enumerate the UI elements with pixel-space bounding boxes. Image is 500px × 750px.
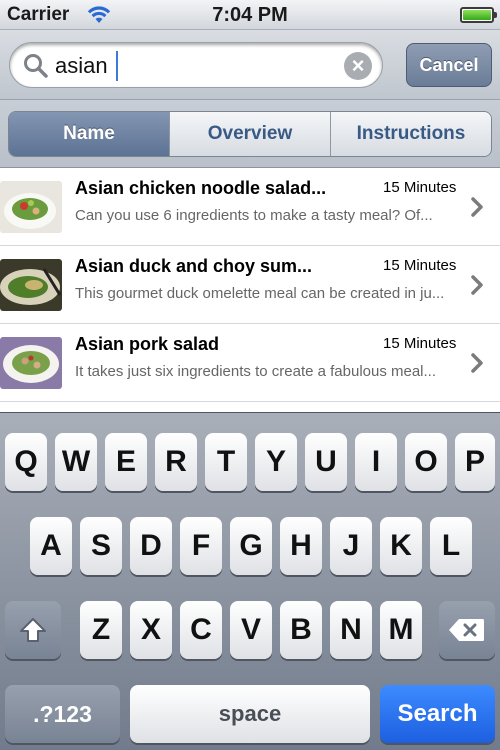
- recipe-thumbnail: [0, 181, 62, 233]
- text-cursor: [116, 51, 118, 81]
- key-b[interactable]: B: [280, 601, 322, 659]
- list-item[interactable]: Asian chicken noodle salad... 15 Minutes…: [0, 168, 500, 246]
- recipe-title: Asian duck and choy sum...: [75, 256, 313, 276]
- key-c[interactable]: C: [180, 601, 222, 659]
- key-h[interactable]: H: [280, 517, 322, 575]
- key-g[interactable]: G: [230, 517, 272, 575]
- key-s[interactable]: S: [80, 517, 122, 575]
- search-icon: [24, 54, 48, 78]
- backspace-icon: [449, 619, 484, 641]
- recipe-title: Asian chicken noodle salad...: [75, 178, 327, 198]
- clear-icon[interactable]: ×: [344, 52, 372, 80]
- key-t[interactable]: T: [205, 433, 247, 491]
- tab-name[interactable]: Name: [9, 112, 169, 156]
- key-j[interactable]: J: [330, 517, 372, 575]
- list-item[interactable]: Asian pork salad 15 Minutes It takes jus…: [0, 324, 500, 402]
- key-y[interactable]: Y: [255, 433, 297, 491]
- recipe-description: This gourmet duck omelette meal can be c…: [75, 285, 445, 302]
- space-key[interactable]: space: [130, 685, 370, 743]
- key-e[interactable]: E: [105, 433, 147, 491]
- battery-icon: [460, 7, 497, 23]
- recipe-description: It takes just six ingredients to create …: [75, 363, 437, 380]
- recipe-time: 15 Minutes: [383, 257, 457, 274]
- key-p[interactable]: P: [455, 433, 495, 491]
- key-a[interactable]: A: [30, 517, 72, 575]
- recipe-thumbnail: [0, 259, 62, 311]
- key-w[interactable]: W: [55, 433, 97, 491]
- recipe-thumbnail: [0, 337, 62, 389]
- chevron-right-icon: [471, 353, 483, 373]
- key-q[interactable]: Q: [5, 433, 47, 491]
- tab-instructions[interactable]: Instructions: [330, 112, 491, 156]
- scope-segmented-control: Name Overview Instructions: [8, 111, 492, 157]
- chevron-right-icon: [471, 275, 483, 295]
- search-key[interactable]: Search: [380, 685, 495, 743]
- cancel-button[interactable]: Cancel: [406, 43, 492, 87]
- key-x[interactable]: X: [130, 601, 172, 659]
- keyboard: Q W E R T Y U I O P A S D F G H J K L Z …: [0, 412, 500, 750]
- results-list: Asian chicken noodle salad... 15 Minutes…: [0, 168, 500, 412]
- delete-key[interactable]: [439, 601, 495, 659]
- key-v[interactable]: V: [230, 601, 272, 659]
- key-i[interactable]: I: [355, 433, 397, 491]
- key-m[interactable]: M: [380, 601, 422, 659]
- recipe-time: 15 Minutes: [383, 179, 457, 196]
- shift-key[interactable]: [5, 601, 61, 659]
- recipe-time: 15 Minutes: [383, 335, 457, 352]
- key-z[interactable]: Z: [80, 601, 122, 659]
- recipe-description: Can you use 6 ingredients to make a tast…: [75, 207, 433, 224]
- chevron-right-icon: [471, 197, 483, 217]
- search-bar: × Cancel: [0, 30, 500, 100]
- search-input[interactable]: [55, 51, 335, 81]
- key-n[interactable]: N: [330, 601, 372, 659]
- key-o[interactable]: O: [405, 433, 447, 491]
- search-field[interactable]: ×: [9, 42, 383, 88]
- key-f[interactable]: F: [180, 517, 222, 575]
- list-item[interactable]: Asian duck and choy sum... 15 Minutes Th…: [0, 246, 500, 324]
- recipe-title: Asian pork salad: [75, 334, 220, 354]
- key-k[interactable]: K: [380, 517, 422, 575]
- key-r[interactable]: R: [155, 433, 197, 491]
- key-u[interactable]: U: [305, 433, 347, 491]
- shift-icon: [20, 618, 46, 642]
- numbers-key[interactable]: .?123: [5, 685, 120, 743]
- clock: 7:04 PM: [212, 4, 288, 26]
- status-bar: Carrier 7:04 PM: [0, 0, 500, 30]
- key-l[interactable]: L: [430, 517, 472, 575]
- scope-bar: Name Overview Instructions: [0, 100, 500, 168]
- tab-overview[interactable]: Overview: [169, 112, 330, 156]
- key-d[interactable]: D: [130, 517, 172, 575]
